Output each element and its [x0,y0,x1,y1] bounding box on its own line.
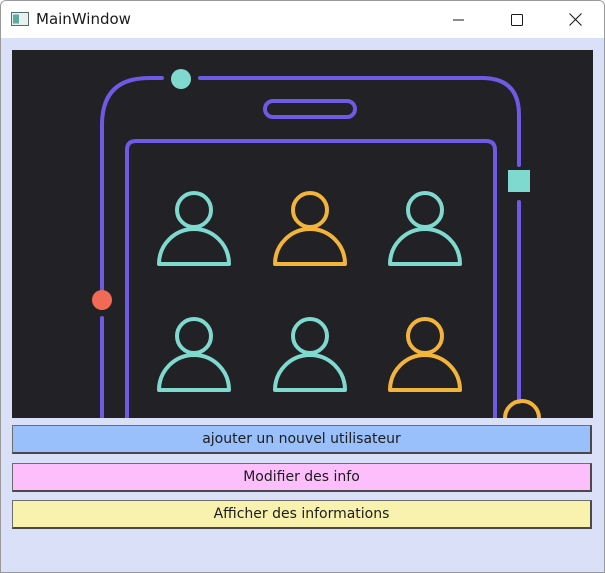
close-icon [568,13,582,26]
user-figure [273,317,347,392]
window-title: MainWindow [36,10,131,28]
user-figure [157,191,231,266]
minimize-button[interactable] [430,1,488,38]
edit-info-button[interactable]: Modifier des info [12,463,592,492]
user-figure [388,317,462,392]
user-group-illustration [12,50,593,418]
show-info-button[interactable]: Afficher des informations [12,500,592,529]
app-icon [11,12,29,26]
user-figure [273,191,347,266]
main-window: MainWindow ajouter un nouvel utilisateur… [0,0,605,573]
close-button[interactable] [546,1,604,38]
title-bar[interactable]: MainWindow [1,1,604,38]
maximize-button[interactable] [488,1,546,38]
user-figure [388,191,462,266]
client-area: ajouter un nouvel utilisateur Modifier d… [1,38,604,572]
add-user-button[interactable]: ajouter un nouvel utilisateur [12,425,592,454]
user-figure [157,317,231,392]
minimize-icon [453,19,464,20]
maximize-icon [511,13,523,26]
